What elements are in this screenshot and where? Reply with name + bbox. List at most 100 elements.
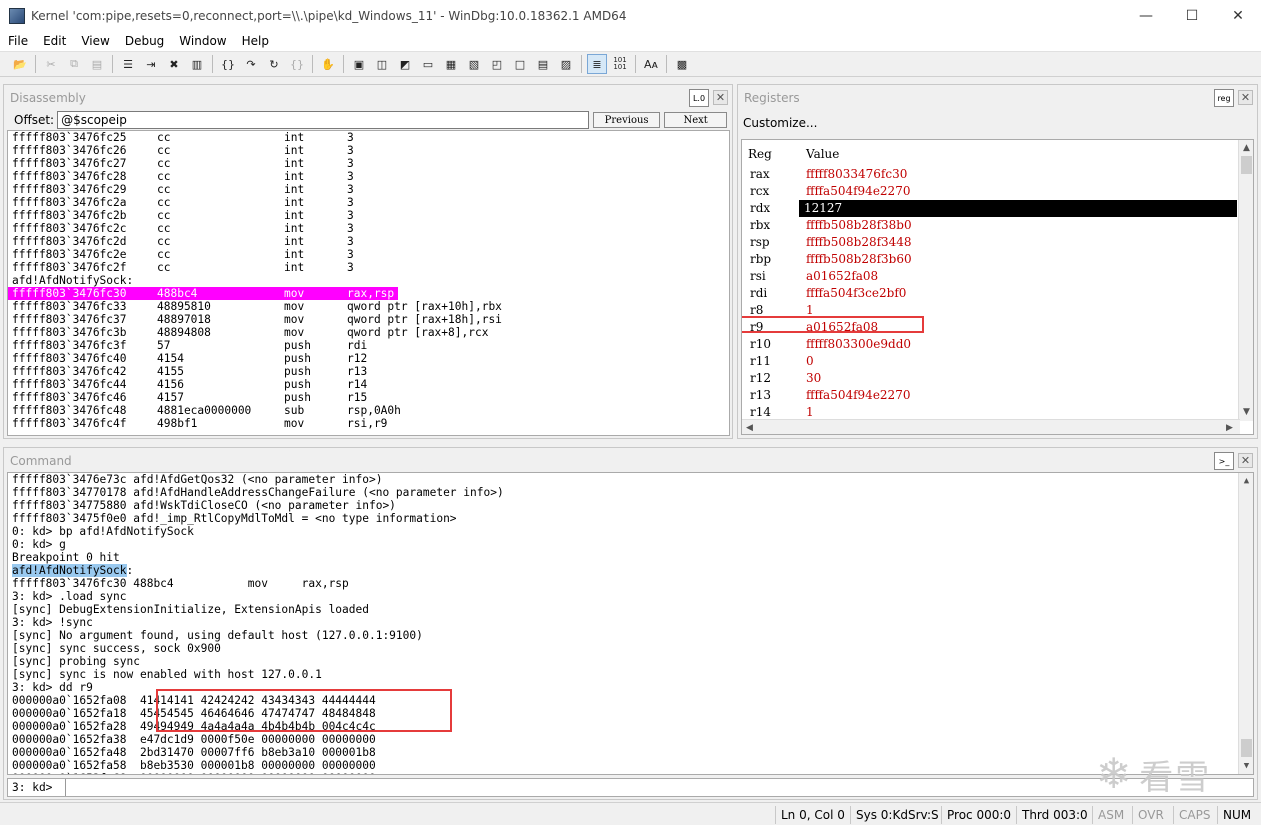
- register-value[interactable]: a01652fa08: [806, 268, 878, 285]
- command-prompt-icon[interactable]: >_: [1214, 452, 1234, 470]
- register-row-rcx[interactable]: rcx ffffa504f94e2270: [742, 183, 1237, 200]
- disasm-line[interactable]: fffff803`3476fc3b 48894808 mov qword ptr [r…: [8, 326, 729, 339]
- pane-menu-icon[interactable]: L.0: [689, 89, 709, 107]
- menu-window[interactable]: Window: [171, 34, 233, 48]
- menu-view[interactable]: View: [73, 34, 116, 48]
- vertical-scrollbar[interactable]: ▲ ▼: [1238, 140, 1253, 421]
- register-row-rbp[interactable]: rbp ffffb508b28f3b60: [742, 251, 1237, 268]
- scroll-thumb[interactable]: [1241, 156, 1252, 174]
- watch-icon[interactable]: ◫: [372, 54, 392, 74]
- register-value[interactable]: 12127: [804, 200, 842, 217]
- register-value[interactable]: fffff8033476fc30: [806, 166, 907, 183]
- register-row-r10[interactable]: r10 fffff803300e9dd0: [742, 336, 1237, 353]
- insert-breakpoint-icon[interactable]: ☰: [118, 54, 138, 74]
- disasm-line[interactable]: fffff803`3476fc46 4157 push r15: [8, 391, 729, 404]
- step-into-icon[interactable]: ⇥: [141, 54, 161, 74]
- register-row-rsi[interactable]: rsi a01652fa08: [742, 268, 1237, 285]
- copy-icon[interactable]: ⧉: [64, 54, 84, 74]
- disasm-line[interactable]: fffff803`3476fc40 4154 push r12: [8, 352, 729, 365]
- register-value[interactable]: 30: [806, 370, 821, 387]
- menu-debug[interactable]: Debug: [117, 34, 171, 48]
- cut-icon[interactable]: ✂: [41, 54, 61, 74]
- disasm-line[interactable]: fffff803`3476fc33 48895810 mov qword ptr [r…: [8, 300, 729, 313]
- open-icon[interactable]: 📂: [10, 54, 30, 74]
- hex-icon[interactable]: 101 101: [610, 54, 630, 74]
- disasm-line[interactable]: fffff803`3476fc29 cc int 3: [8, 183, 729, 196]
- register-value[interactable]: ffffb508b28f3b60: [806, 251, 912, 268]
- register-row-rax[interactable]: rax fffff8033476fc30: [742, 166, 1237, 183]
- stop-icon[interactable]: ✖: [164, 54, 184, 74]
- register-row-rdx[interactable]: rdx 12127: [742, 200, 1237, 217]
- register-value[interactable]: ffffb508b28f3448: [806, 234, 912, 251]
- scroll-up-icon[interactable]: ▲: [1239, 473, 1253, 488]
- vertical-scrollbar[interactable]: ▲ ▼: [1238, 473, 1253, 774]
- disasm-line[interactable]: fffff803`3476fc26 cc int 3: [8, 144, 729, 157]
- disasm-line[interactable]: fffff803`3476fc44 4156 push r14: [8, 378, 729, 391]
- offset-input[interactable]: @$scopeip: [57, 111, 590, 129]
- source-mode-toggle-icon[interactable]: ≣: [587, 54, 607, 74]
- scroll-up-icon[interactable]: ▲: [1239, 140, 1253, 155]
- source-mode-icon[interactable]: ▨: [556, 54, 576, 74]
- font-icon[interactable]: Aᴀ: [641, 54, 661, 74]
- processes-icon[interactable]: ▤: [533, 54, 553, 74]
- register-row-r12[interactable]: r12 30: [742, 370, 1237, 387]
- break-icon[interactable]: ▥: [187, 54, 207, 74]
- command-icon[interactable]: ▣: [349, 54, 369, 74]
- scroll-thumb[interactable]: [1241, 739, 1252, 757]
- disasm-line[interactable]: fffff803`3476fc2d cc int 3: [8, 235, 729, 248]
- scroll-left-icon[interactable]: ◀: [742, 420, 757, 434]
- disasm-line[interactable]: fffff803`3476fc42 4155 push r13: [8, 365, 729, 378]
- registers-view[interactable]: Reg Value rax fffff8033476fc30 rcx ffffa504…: [741, 139, 1254, 435]
- locals-icon[interactable]: ◩: [395, 54, 415, 74]
- disasm-line-current[interactable]: fffff803`3476fc30 488bc4 mov rax,rsp: [8, 287, 398, 300]
- disassembly-icon[interactable]: ◰: [487, 54, 507, 74]
- previous-button[interactable]: Previous: [593, 112, 661, 128]
- maximize-button[interactable]: ☐: [1169, 0, 1215, 31]
- register-value[interactable]: ffffa504f94e2270: [806, 183, 910, 200]
- go-icon[interactable]: {}: [287, 54, 307, 74]
- disasm-line[interactable]: fffff803`3476fc25 cc int 3: [8, 131, 729, 144]
- call-stack-icon[interactable]: ▧: [464, 54, 484, 74]
- menu-help[interactable]: Help: [234, 34, 276, 48]
- register-value[interactable]: ffffa504f3ce2bf0: [806, 285, 906, 302]
- disassembly-view[interactable]: fffff803`3476fc25 cc int 3 fffff803`3476fc26…: [7, 130, 730, 436]
- close-icon[interactable]: ✕: [713, 90, 728, 105]
- disasm-line[interactable]: fffff803`3476fc4f 498bf1 mov rsi,r9: [8, 417, 729, 430]
- registers-icon[interactable]: ▭: [418, 54, 438, 74]
- step-out-icon[interactable]: ↷: [241, 54, 261, 74]
- paste-icon[interactable]: ▤: [87, 54, 107, 74]
- disasm-line[interactable]: fffff803`3476fc28 cc int 3: [8, 170, 729, 183]
- step-over-icon[interactable]: {}: [218, 54, 238, 74]
- scroll-down-icon[interactable]: ▼: [1239, 758, 1253, 773]
- command-output[interactable]: fffff803`3476e73c afd!AfdGetQos32 (<no p…: [7, 472, 1254, 775]
- register-value[interactable]: 0: [806, 353, 814, 370]
- disasm-line[interactable]: fffff803`3476fc2a cc int 3: [8, 196, 729, 209]
- disasm-label[interactable]: afd!AfdNotifySock:: [8, 274, 729, 287]
- disasm-line[interactable]: fffff803`3476fc2b cc int 3: [8, 209, 729, 222]
- register-value[interactable]: ffffb508b28f38b0: [806, 217, 912, 234]
- close-icon[interactable]: ✕: [1238, 90, 1253, 105]
- options-icon[interactable]: ▩: [672, 54, 692, 74]
- register-row-r13[interactable]: r13 ffffa504f94e2270: [742, 387, 1237, 404]
- disasm-line[interactable]: fffff803`3476fc37 48897018 mov qword ptr [r…: [8, 313, 729, 326]
- scroll-down-icon[interactable]: ▼: [1239, 404, 1253, 419]
- disasm-line[interactable]: fffff803`3476fc27 cc int 3: [8, 157, 729, 170]
- memory-icon[interactable]: ▦: [441, 54, 461, 74]
- register-row-rbx[interactable]: rbx ffffb508b28f38b0: [742, 217, 1237, 234]
- close-window-button[interactable]: ✕: [1215, 0, 1261, 31]
- register-value[interactable]: ffffa504f94e2270: [806, 387, 910, 404]
- disasm-line[interactable]: fffff803`3476fc48 4881eca0000000 sub rsp,0A…: [8, 404, 729, 417]
- close-icon[interactable]: ✕: [1238, 453, 1253, 468]
- disasm-line[interactable]: fffff803`3476fc3f 57 push rdi: [8, 339, 729, 352]
- minimize-button[interactable]: —: [1123, 0, 1169, 31]
- register-row-rdi[interactable]: rdi ffffa504f3ce2bf0: [742, 285, 1237, 302]
- disasm-line[interactable]: fffff803`3476fc2e cc int 3: [8, 248, 729, 261]
- next-button[interactable]: Next: [664, 112, 728, 128]
- hand-icon[interactable]: ✋: [318, 54, 338, 74]
- customize-button[interactable]: Customize...: [743, 116, 817, 130]
- menu-edit[interactable]: Edit: [35, 34, 73, 48]
- run-to-cursor-icon[interactable]: ↻: [264, 54, 284, 74]
- register-row-r11[interactable]: r11 0: [742, 353, 1237, 370]
- command-input[interactable]: [66, 779, 1253, 796]
- horizontal-scrollbar[interactable]: ◀ ▶: [742, 419, 1240, 434]
